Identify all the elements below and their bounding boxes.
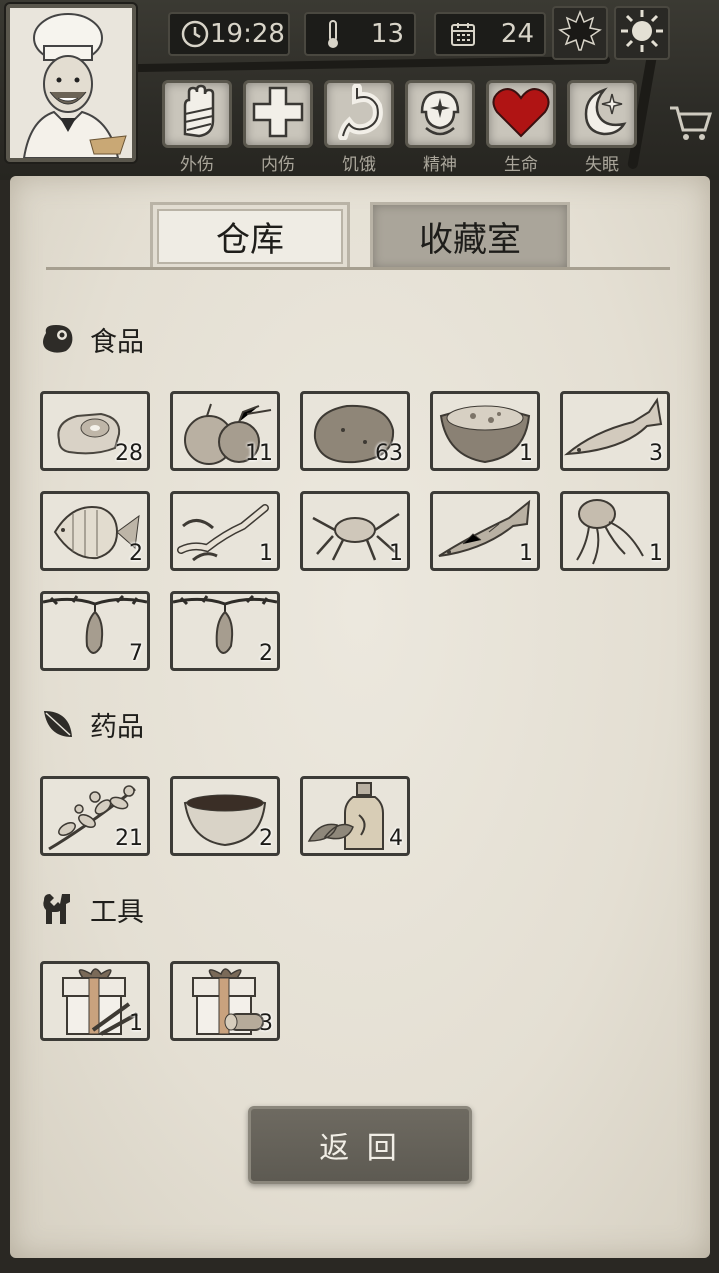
item-count: 2	[129, 541, 143, 566]
cross-icon	[250, 84, 306, 144]
item-count: 2	[259, 826, 273, 851]
inventory-slot[interactable]: 1	[170, 491, 280, 571]
item-count: 28	[115, 441, 143, 466]
inventory-slot[interactable]: 3	[170, 961, 280, 1041]
status-health[interactable]	[486, 80, 556, 148]
item-count: 1	[519, 441, 533, 466]
item-count: 63	[375, 441, 403, 466]
inventory-slot[interactable]: 1	[430, 391, 540, 471]
inventory-slot[interactable]: 7	[40, 591, 150, 671]
inventory-slot[interactable]: 1	[40, 961, 150, 1041]
meat-section-icon	[38, 322, 78, 356]
weather-indicator[interactable]	[614, 6, 670, 60]
item-count: 1	[389, 541, 403, 566]
inventory-slot[interactable]: 1	[430, 491, 540, 571]
item-count: 3	[649, 441, 663, 466]
inventory-slot[interactable]: 11	[170, 391, 280, 471]
tab-divider	[46, 267, 670, 270]
section-food-title: 食品	[90, 326, 144, 358]
item-count: 1	[129, 1011, 143, 1036]
section-tools-title: 工具	[90, 896, 144, 928]
section-medicine-title: 药品	[90, 711, 144, 743]
section-food-header: 食品	[38, 319, 144, 359]
temperature-display: 13	[304, 12, 416, 56]
temperature-value: 13	[370, 19, 404, 49]
clock-display: 19:28	[168, 12, 290, 56]
item-count: 1	[649, 541, 663, 566]
section-tools-header: 工具	[38, 889, 144, 929]
clock-time: 19:28	[210, 19, 285, 49]
status-label-hunger: 饥饿	[342, 155, 376, 175]
calendar-icon	[446, 17, 480, 51]
season-indicator[interactable]	[552, 6, 608, 60]
status-label-internal-injury: 内伤	[261, 155, 295, 175]
status-trauma[interactable]	[162, 80, 232, 148]
item-count: 4	[389, 826, 403, 851]
status-label-health: 生命	[504, 155, 538, 175]
moon-star-icon	[574, 84, 630, 144]
inventory-slot[interactable]: 2	[170, 776, 280, 856]
shop-cart-button[interactable]	[668, 104, 713, 148]
status-insomnia[interactable]	[567, 80, 637, 148]
tab-warehouse[interactable]: 仓库	[150, 202, 350, 268]
wrench-section-icon	[38, 892, 78, 926]
item-count: 21	[115, 826, 143, 851]
inventory-slot[interactable]: 28	[40, 391, 150, 471]
inventory-slot[interactable]: 1	[560, 491, 670, 571]
character-portrait[interactable]	[6, 4, 136, 162]
item-count: 1	[259, 541, 273, 566]
maple-leaf-icon	[557, 8, 603, 58]
heart-icon	[491, 84, 551, 144]
inventory-slot[interactable]: 3	[560, 391, 670, 471]
inventory-slot[interactable]: 4	[300, 776, 410, 856]
status-label-spirit: 精神	[423, 155, 457, 175]
status-label-insomnia: 失眠	[585, 155, 619, 175]
day-display: 24	[434, 12, 546, 56]
item-count: 3	[259, 1011, 273, 1036]
bandaged-hand-icon	[169, 84, 225, 144]
status-hunger[interactable]	[324, 80, 394, 148]
item-count: 7	[129, 641, 143, 666]
stomach-icon	[331, 83, 387, 144]
inventory-slot[interactable]: 1	[300, 491, 410, 571]
head-sparkle-icon	[412, 84, 468, 144]
back-button[interactable]: 返 回	[248, 1106, 472, 1184]
section-medicine-header: 药品	[38, 704, 144, 744]
status-spirit[interactable]	[405, 80, 475, 148]
tab-collection[interactable]: 收藏室	[370, 202, 570, 268]
item-count: 1	[519, 541, 533, 566]
item-count: 11	[245, 441, 273, 466]
thermometer-icon	[316, 17, 350, 51]
status-internal-injury[interactable]	[243, 80, 313, 148]
inventory-slot[interactable]: 2	[40, 491, 150, 571]
status-label-trauma: 外伤	[180, 155, 214, 175]
inventory-slot[interactable]: 21	[40, 776, 150, 856]
sun-icon	[619, 8, 665, 58]
item-count: 2	[259, 641, 273, 666]
leaf-section-icon	[38, 707, 78, 741]
day-value: 24	[500, 19, 534, 49]
inventory-slot[interactable]: 63	[300, 391, 410, 471]
cart-icon	[668, 106, 713, 148]
clock-icon	[180, 17, 210, 51]
inventory-slot[interactable]: 2	[170, 591, 280, 671]
